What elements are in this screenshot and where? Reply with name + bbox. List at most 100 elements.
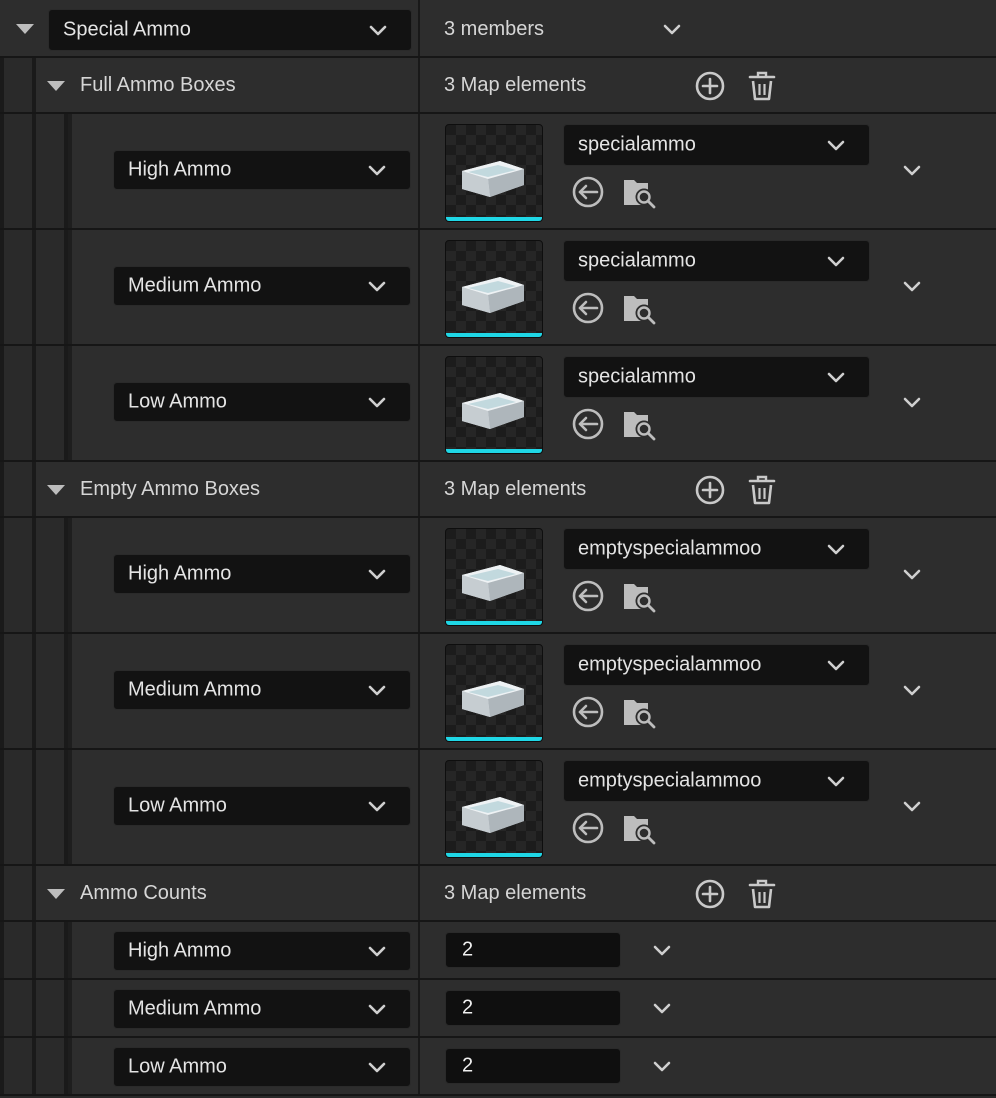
chevron-down-icon[interactable] — [827, 660, 845, 672]
asset-picker-combo[interactable]: specialammo — [563, 124, 870, 166]
key-combo[interactable]: Low Ammo — [113, 382, 411, 422]
arrow-left-circle-icon[interactable] — [571, 811, 605, 845]
map-entry-row: Medium Ammo specialammo — [0, 230, 996, 346]
key-combo-value: Medium Ammo — [128, 678, 262, 701]
chevron-down-icon[interactable] — [827, 256, 845, 268]
map-header: Empty Ammo Boxes 3 Map elements — [0, 462, 996, 518]
expand-triangle-icon[interactable] — [47, 889, 65, 899]
key-combo[interactable]: High Ammo — [113, 554, 411, 594]
chevron-down-icon[interactable] — [827, 372, 845, 384]
key-combo-value: Low Ammo — [128, 794, 227, 817]
asset-picker-combo-value: specialammo — [578, 133, 696, 156]
chevron-down-icon[interactable] — [368, 685, 386, 697]
count-value-field[interactable]: 2 — [445, 1048, 621, 1084]
chevron-down-icon[interactable] — [827, 140, 845, 152]
key-combo[interactable]: Medium Ammo — [113, 266, 411, 306]
ammo-box-thumbnail[interactable] — [445, 356, 543, 454]
category-row: Special Ammo 3 members — [0, 0, 996, 58]
arrow-left-circle-icon[interactable] — [571, 695, 605, 729]
entry-options-icon[interactable] — [653, 1061, 671, 1073]
asset-picker-combo[interactable]: specialammo — [563, 240, 870, 282]
plus-circle-icon[interactable] — [693, 69, 727, 103]
map-element-count: 3 Map elements — [444, 74, 587, 96]
folder-search-icon[interactable] — [622, 407, 656, 441]
entry-options-icon[interactable] — [903, 397, 921, 409]
members-dropdown-icon[interactable] — [663, 24, 681, 36]
map-entry-row: Medium Ammo 2 — [0, 980, 996, 1038]
chevron-down-icon[interactable] — [369, 25, 387, 37]
map-entry-row: High Ammo 2 — [0, 922, 996, 980]
entry-options-icon[interactable] — [903, 569, 921, 581]
ammo-box-thumbnail[interactable] — [445, 240, 543, 338]
category-combo-value: Special Ammo — [63, 18, 191, 41]
chevron-down-icon[interactable] — [368, 1062, 386, 1074]
arrow-left-circle-icon[interactable] — [571, 291, 605, 325]
key-combo-value: Low Ammo — [128, 1055, 227, 1078]
map-element-count: 3 Map elements — [444, 478, 587, 500]
plus-circle-icon[interactable] — [693, 877, 727, 911]
expand-triangle-icon[interactable] — [47, 485, 65, 495]
members-summary: 3 members — [444, 18, 545, 40]
expand-triangle-icon[interactable] — [16, 24, 34, 34]
ammo-box-thumbnail[interactable] — [445, 124, 543, 222]
chevron-down-icon[interactable] — [368, 397, 386, 409]
asset-picker-combo[interactable]: emptyspecialammoo — [563, 760, 870, 802]
key-combo-value: Medium Ammo — [128, 274, 262, 297]
asset-picker-combo[interactable]: emptyspecialammoo — [563, 528, 870, 570]
entry-options-icon[interactable] — [903, 685, 921, 697]
key-combo[interactable]: Low Ammo — [113, 786, 411, 826]
key-combo[interactable]: Medium Ammo — [113, 989, 411, 1029]
ammo-box-thumbnail[interactable] — [445, 644, 543, 742]
trash-icon[interactable] — [745, 877, 779, 911]
expand-triangle-icon[interactable] — [47, 81, 65, 91]
map-entry-row: Low Ammo specialammo — [0, 346, 996, 462]
chevron-down-icon[interactable] — [368, 1004, 386, 1016]
key-combo-value: High Ammo — [128, 939, 232, 962]
key-combo-value: Low Ammo — [128, 390, 227, 413]
chevron-down-icon[interactable] — [368, 801, 386, 813]
folder-search-icon[interactable] — [622, 695, 656, 729]
chevron-down-icon[interactable] — [368, 281, 386, 293]
chevron-down-icon[interactable] — [368, 569, 386, 581]
folder-search-icon[interactable] — [622, 579, 656, 613]
key-combo[interactable]: High Ammo — [113, 931, 411, 971]
entry-options-icon[interactable] — [903, 165, 921, 177]
arrow-left-circle-icon[interactable] — [571, 175, 605, 209]
chevron-down-icon[interactable] — [827, 544, 845, 556]
trash-icon[interactable] — [745, 69, 779, 103]
folder-search-icon[interactable] — [622, 175, 656, 209]
trash-icon[interactable] — [745, 473, 779, 507]
map-entry-row: Low Ammo 2 — [0, 1038, 996, 1096]
entry-options-icon[interactable] — [903, 281, 921, 293]
map-element-count: 3 Map elements — [444, 882, 587, 904]
category-combo[interactable]: Special Ammo — [48, 9, 412, 51]
entry-options-icon[interactable] — [653, 1003, 671, 1015]
asset-picker-combo[interactable]: specialammo — [563, 356, 870, 398]
chevron-down-icon[interactable] — [827, 776, 845, 788]
key-combo[interactable]: High Ammo — [113, 150, 411, 190]
asset-picker-combo-value: specialammo — [578, 249, 696, 272]
ammo-box-thumbnail[interactable] — [445, 760, 543, 858]
plus-circle-icon[interactable] — [693, 473, 727, 507]
count-value-field[interactable]: 2 — [445, 990, 621, 1026]
map-title: Ammo Counts — [80, 882, 207, 904]
chevron-down-icon[interactable] — [368, 946, 386, 958]
count-value-field[interactable]: 2 — [445, 932, 621, 968]
map-title: Full Ammo Boxes — [80, 74, 236, 96]
entry-options-icon[interactable] — [653, 945, 671, 957]
key-combo-value: High Ammo — [128, 158, 232, 181]
map-header: Full Ammo Boxes 3 Map elements — [0, 58, 996, 114]
map-entry-row: High Ammo specialammo — [0, 114, 996, 230]
key-combo-value: High Ammo — [128, 562, 232, 585]
folder-search-icon[interactable] — [622, 811, 656, 845]
key-combo[interactable]: Low Ammo — [113, 1047, 411, 1087]
entry-options-icon[interactable] — [903, 801, 921, 813]
map-entry-row: High Ammo emptyspecialammoo — [0, 518, 996, 634]
key-combo[interactable]: Medium Ammo — [113, 670, 411, 710]
ammo-box-thumbnail[interactable] — [445, 528, 543, 626]
asset-picker-combo[interactable]: emptyspecialammoo — [563, 644, 870, 686]
arrow-left-circle-icon[interactable] — [571, 579, 605, 613]
folder-search-icon[interactable] — [622, 291, 656, 325]
arrow-left-circle-icon[interactable] — [571, 407, 605, 441]
chevron-down-icon[interactable] — [368, 165, 386, 177]
